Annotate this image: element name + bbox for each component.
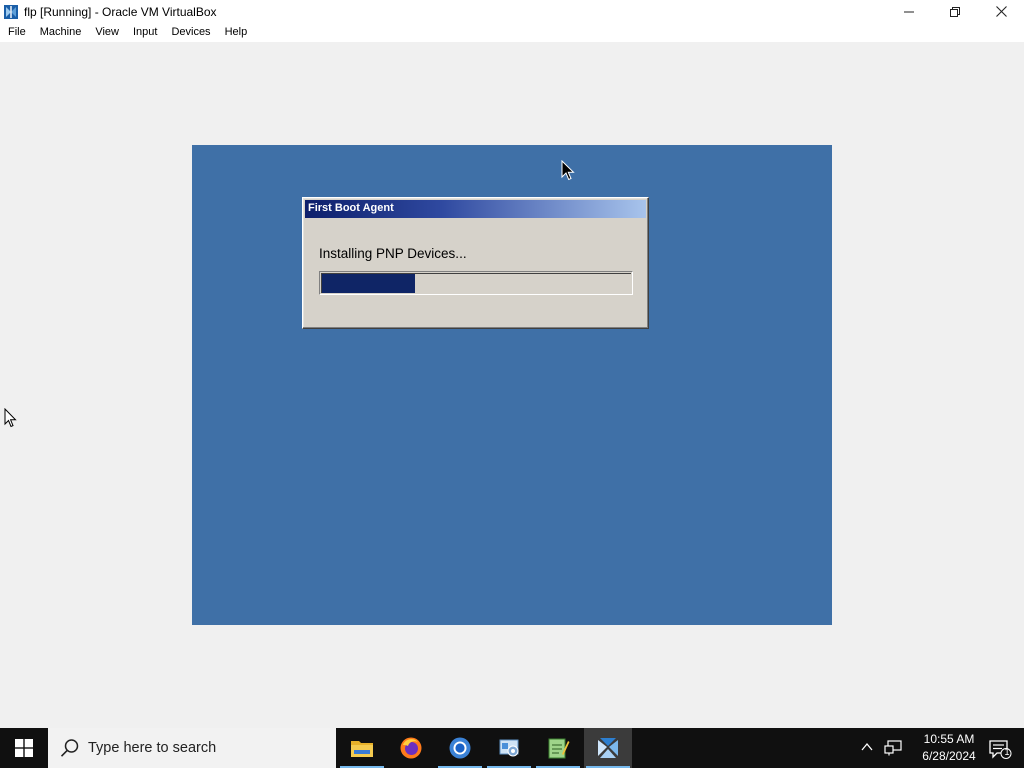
minimize-icon [904,11,914,12]
dialog-titlebar: First Boot Agent [305,200,646,218]
menu-machine[interactable]: Machine [33,23,89,42]
chrome-icon [449,737,471,759]
taskbar-notepad[interactable] [534,728,582,768]
restore-button[interactable] [932,0,978,23]
search-placeholder: Type here to search [88,740,217,756]
progress-fill [322,274,415,293]
close-icon [995,6,1007,17]
host-mouse-cursor-icon [4,407,18,432]
menu-input[interactable]: Input [126,23,164,42]
dialog-title: First Boot Agent [308,202,394,214]
menu-help[interactable]: Help [218,23,255,42]
search-icon [60,739,79,757]
virtualbox-icon [598,738,618,758]
taskbar: Type here to search 10:55 AM 6/28/2024 1 [0,728,1024,768]
chevron-up-icon[interactable] [860,740,874,754]
action-center-button[interactable]: 1 [988,738,1012,760]
taskbar-search-box[interactable]: Type here to search [48,728,336,768]
close-button[interactable] [978,0,1024,23]
window-title: flp [Running] - Oracle VM VirtualBox [24,4,217,19]
virtualbox-app-icon [3,4,19,20]
start-button[interactable] [0,728,48,768]
first-boot-agent-dialog: First Boot Agent Installing PNP Devices.… [302,197,649,329]
taskbar-clock[interactable]: 10:55 AM 6/28/2024 [909,731,989,765]
clock-time: 10:55 AM [923,732,975,746]
taskbar-file-explorer[interactable] [338,728,386,768]
menu-view[interactable]: View [88,23,126,42]
guest-vm-screen[interactable]: First Boot Agent Installing PNP Devices.… [192,145,832,625]
guest-mouse-cursor-icon [561,159,575,185]
file-explorer-icon [351,741,373,757]
window-titlebar[interactable]: flp [Running] - Oracle VM VirtualBox [0,0,1024,23]
dialog-status-message: Installing PNP Devices... [319,246,467,261]
menu-bar: File Machine View Input Devices Help [0,23,1024,42]
menu-file[interactable]: File [1,23,33,42]
clock-date: 6/28/2024 [922,749,976,763]
notepad-icon [548,738,570,759]
firefox-icon [400,737,422,759]
taskbar-virtualbox[interactable] [584,728,632,768]
control-panel-icon [499,739,519,757]
taskbar-firefox[interactable] [387,728,435,768]
notification-count: 1 [1004,747,1010,757]
minimize-button[interactable] [886,0,932,23]
restore-icon [950,6,960,17]
windows-logo-icon [15,739,33,757]
menu-devices[interactable]: Devices [164,23,217,42]
install-progress-bar [319,271,633,295]
taskbar-chrome[interactable] [436,728,484,768]
network-icon[interactable] [884,740,902,756]
taskbar-control-panel[interactable] [485,728,533,768]
